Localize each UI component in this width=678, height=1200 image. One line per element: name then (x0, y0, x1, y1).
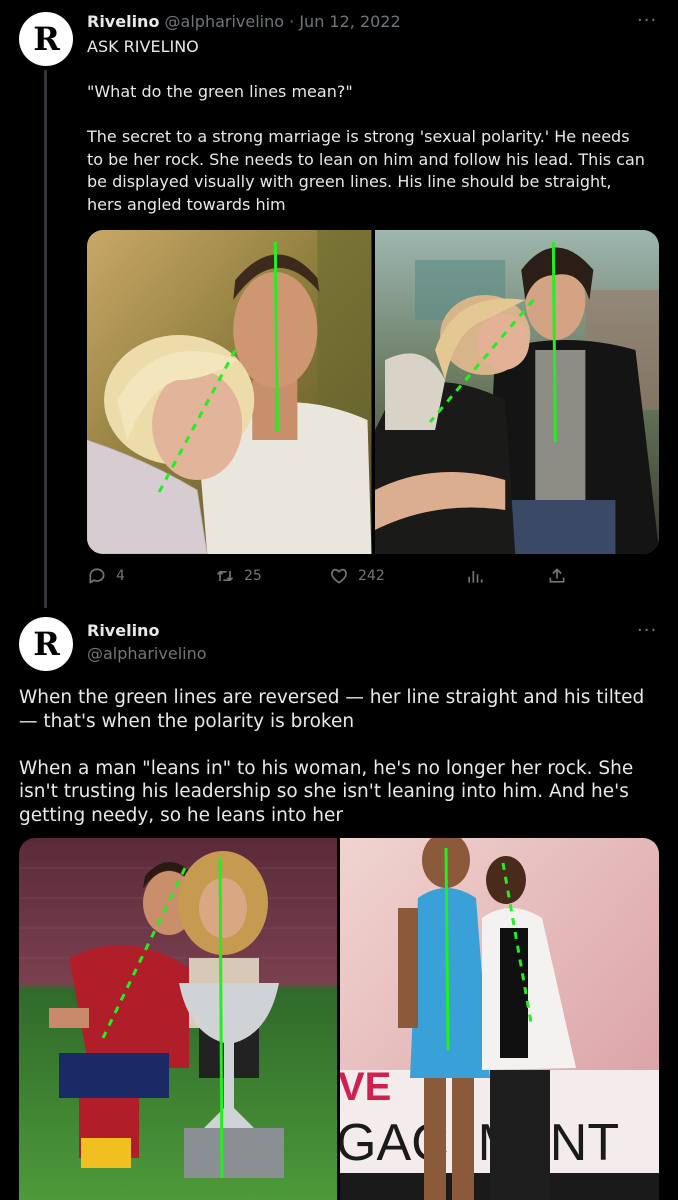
author-handle[interactable]: @alpharivelino (87, 644, 207, 663)
retweet-count: 25 (244, 568, 262, 584)
author-handle[interactable]: @alpharivelino (165, 12, 285, 31)
like-count: 242 (358, 568, 385, 584)
thread-connector-line (44, 70, 47, 608)
reply-count: 4 (116, 568, 125, 584)
tweet-text: When the green lines are reversed — her … (19, 687, 645, 826)
backdrop-sign-text: GAC M NT (340, 1114, 619, 1172)
tweet-photo[interactable] (19, 838, 337, 1200)
tweet-text: ASK RIVELINO "What do the green lines me… (87, 37, 645, 214)
more-icon[interactable]: ··· (637, 620, 657, 641)
tweet-actions: 4 25 242 (87, 566, 659, 590)
analytics-button[interactable] (465, 566, 485, 586)
share-button[interactable] (547, 566, 567, 586)
more-icon[interactable]: ··· (637, 10, 657, 31)
like-button[interactable]: 242 (329, 566, 385, 586)
tweet-photo[interactable]: VE GAC M NT (340, 838, 659, 1200)
like-icon (331, 568, 347, 584)
retweet-icon (216, 571, 234, 581)
share-icon (549, 568, 565, 583)
tweet-date[interactable]: Jun 12, 2022 (299, 12, 400, 31)
reply-button[interactable]: 4 (87, 566, 125, 586)
author-name[interactable]: Rivelino (87, 621, 159, 640)
tweet-photo[interactable] (374, 230, 659, 554)
tweet-photo[interactable] (87, 230, 372, 554)
tweet-media[interactable]: VE GAC M NT (19, 838, 659, 1200)
avatar-logo-letter: R (33, 20, 60, 58)
reply-icon (89, 568, 105, 584)
author-name[interactable]: Rivelino (87, 12, 159, 31)
avatar[interactable]: R (19, 617, 73, 671)
analytics-icon (468, 571, 483, 583)
tweet-header: Rivelino @alpharivelino · Jun 12, 2022 (87, 12, 401, 31)
header-separator: · (289, 12, 295, 31)
tweet-media[interactable] (87, 230, 659, 554)
avatar[interactable]: R (19, 12, 73, 66)
backdrop-sign-letters: VE (340, 1065, 391, 1109)
avatar-logo-letter: R (33, 625, 60, 663)
retweet-button[interactable]: 25 (215, 566, 262, 586)
